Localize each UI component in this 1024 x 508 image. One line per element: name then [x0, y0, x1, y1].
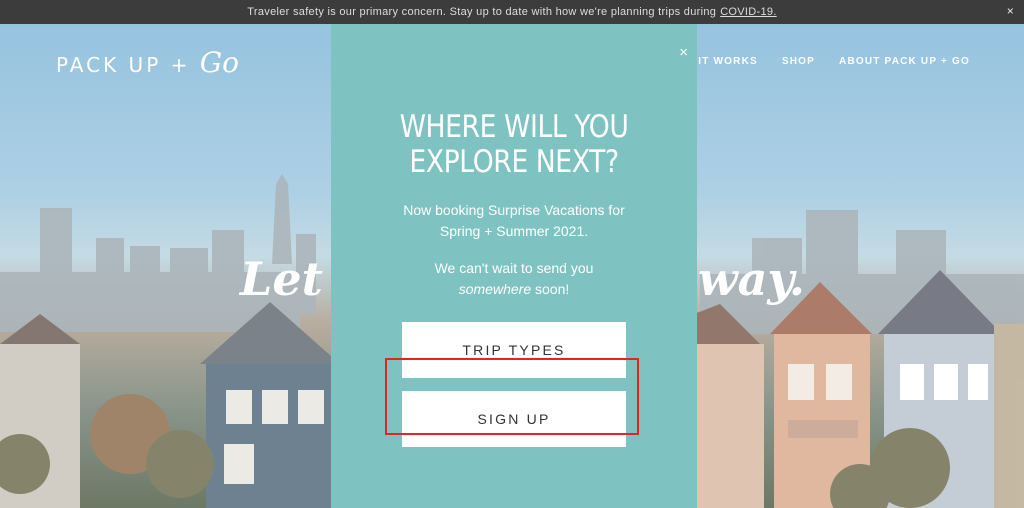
logo[interactable]: PACK UP + Go: [56, 46, 239, 79]
banner-close-icon[interactable]: ×: [1007, 4, 1014, 18]
modal-note-line1: We can't wait to send you: [434, 260, 594, 276]
modal-subtitle-line2: Spring + Summer 2021.: [439, 223, 589, 239]
modal-note-emphasis: somewhere: [458, 281, 532, 297]
hero-section: PACK UP + Go HOW IT WORKS SHOP ABOUT PAC…: [0, 24, 1024, 508]
hero-headline-right: way.: [698, 252, 805, 306]
modal-title: WHERE WILL YOU EXPLORE NEXT?: [357, 110, 672, 180]
hero-headline-left: Let: [240, 252, 323, 306]
modal-subtitle-line1: Now booking Surprise Vacations for: [403, 202, 625, 218]
signup-modal: × WHERE WILL YOU EXPLORE NEXT? Now booki…: [331, 24, 697, 508]
nav-shop[interactable]: SHOP: [782, 56, 815, 67]
modal-title-line2: EXPLORE NEXT?: [409, 144, 619, 180]
modal-close-icon[interactable]: ×: [679, 44, 688, 61]
modal-note: We can't wait to send you somewhere soon…: [331, 258, 697, 300]
announcement-text: Traveler safety is our primary concern. …: [247, 6, 717, 18]
modal-title-line1: WHERE WILL YOU: [399, 109, 629, 145]
nav-about[interactable]: ABOUT PACK UP + GO: [839, 56, 970, 67]
modal-note-line2: somewhere soon!: [331, 279, 697, 300]
logo-text: PACK UP +: [56, 53, 191, 77]
covid-link[interactable]: COVID-19.: [720, 6, 777, 18]
modal-subtitle: Now booking Surprise Vacations for Sprin…: [331, 200, 697, 242]
main-nav: HOW IT WORKS SHOP ABOUT PACK UP + GO: [666, 56, 970, 67]
sign-up-highlight-box: [385, 358, 639, 435]
modal-note-tail: soon!: [531, 281, 570, 297]
announcement-bar: Traveler safety is our primary concern. …: [0, 0, 1024, 24]
logo-script: Go: [199, 46, 239, 79]
